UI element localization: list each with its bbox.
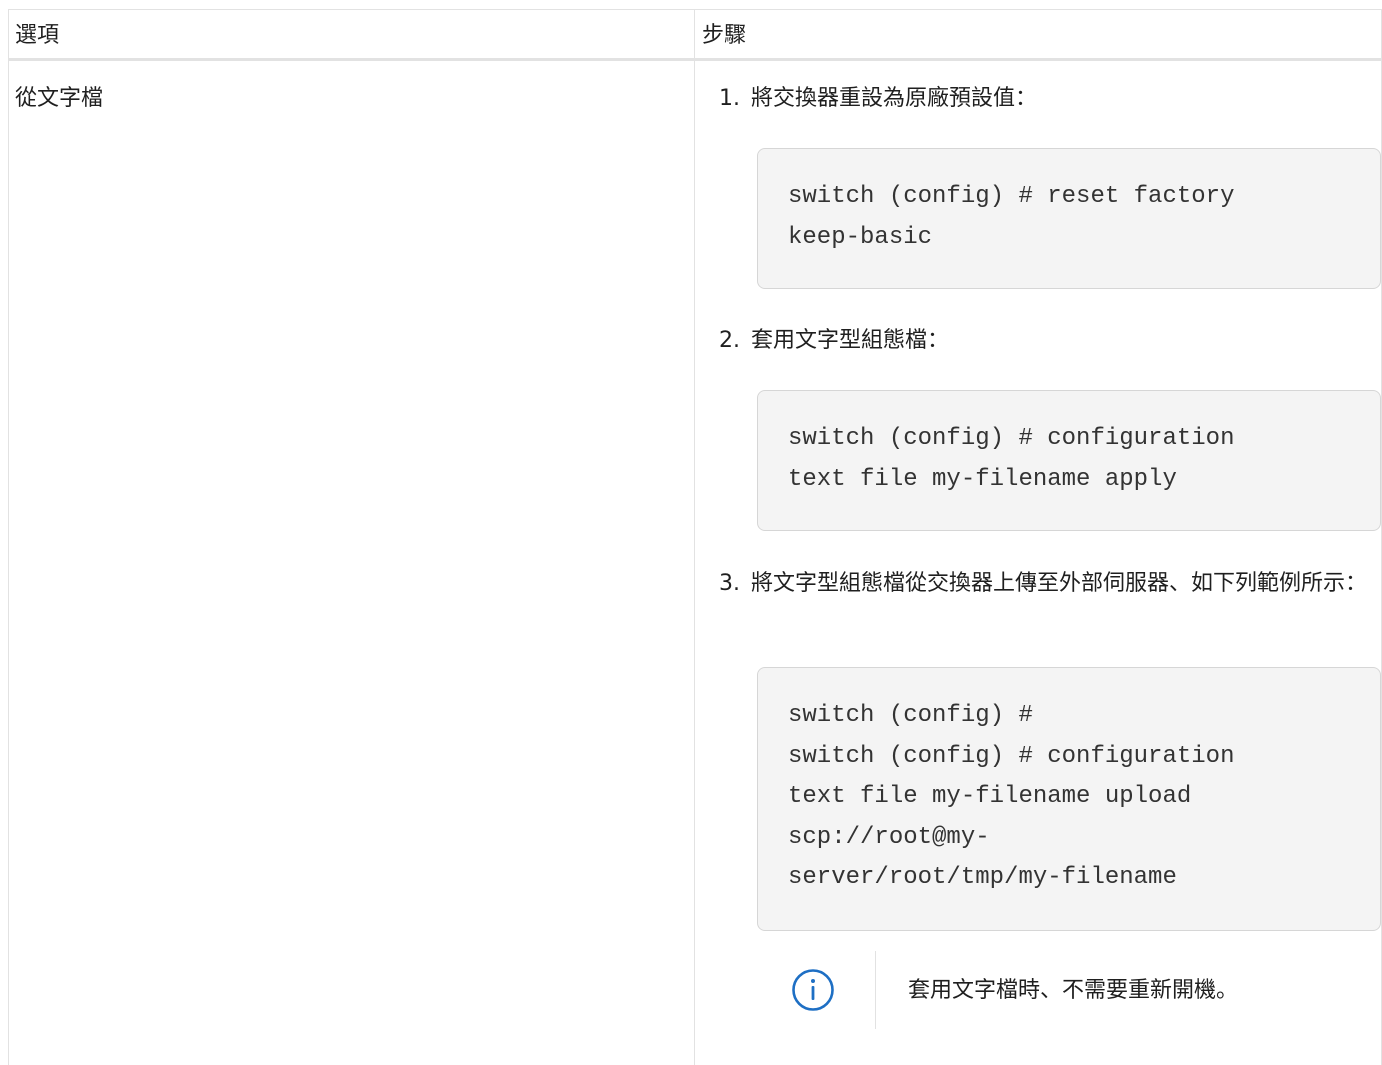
- note-divider: [875, 951, 876, 1029]
- options-steps-table: 選項 步驟 從文字檔 1. 將交換器重設為原廠預設值： switch (conf…: [8, 9, 1382, 1065]
- step-number: 1.: [719, 86, 740, 111]
- header-step: 步驟: [702, 23, 747, 48]
- step-text: 套用文字型組態檔：: [751, 328, 950, 353]
- step-number: 3.: [719, 571, 740, 596]
- step-number: 2.: [719, 328, 740, 353]
- option-cell: 從文字檔: [15, 86, 104, 111]
- column-divider: [694, 10, 695, 1065]
- info-icon: [792, 969, 834, 1011]
- step-text: 將文字型組態檔從交換器上傳至外部伺服器、如下列範例所示：: [751, 571, 1368, 596]
- header-option: 選項: [15, 23, 60, 48]
- code-block-1[interactable]: switch (config) # reset factory keep-bas…: [757, 148, 1381, 289]
- note-callout: 套用文字檔時、不需要重新開機。: [695, 951, 1382, 1031]
- table-header-row: 選項 步驟: [9, 10, 1381, 61]
- code-block-2[interactable]: switch (config) # configuration text fil…: [757, 390, 1381, 531]
- code-block-3[interactable]: switch (config) # switch (config) # conf…: [757, 667, 1381, 931]
- step-text: 將交換器重設為原廠預設值：: [751, 86, 1038, 111]
- note-text: 套用文字檔時、不需要重新開機。: [908, 978, 1239, 1003]
